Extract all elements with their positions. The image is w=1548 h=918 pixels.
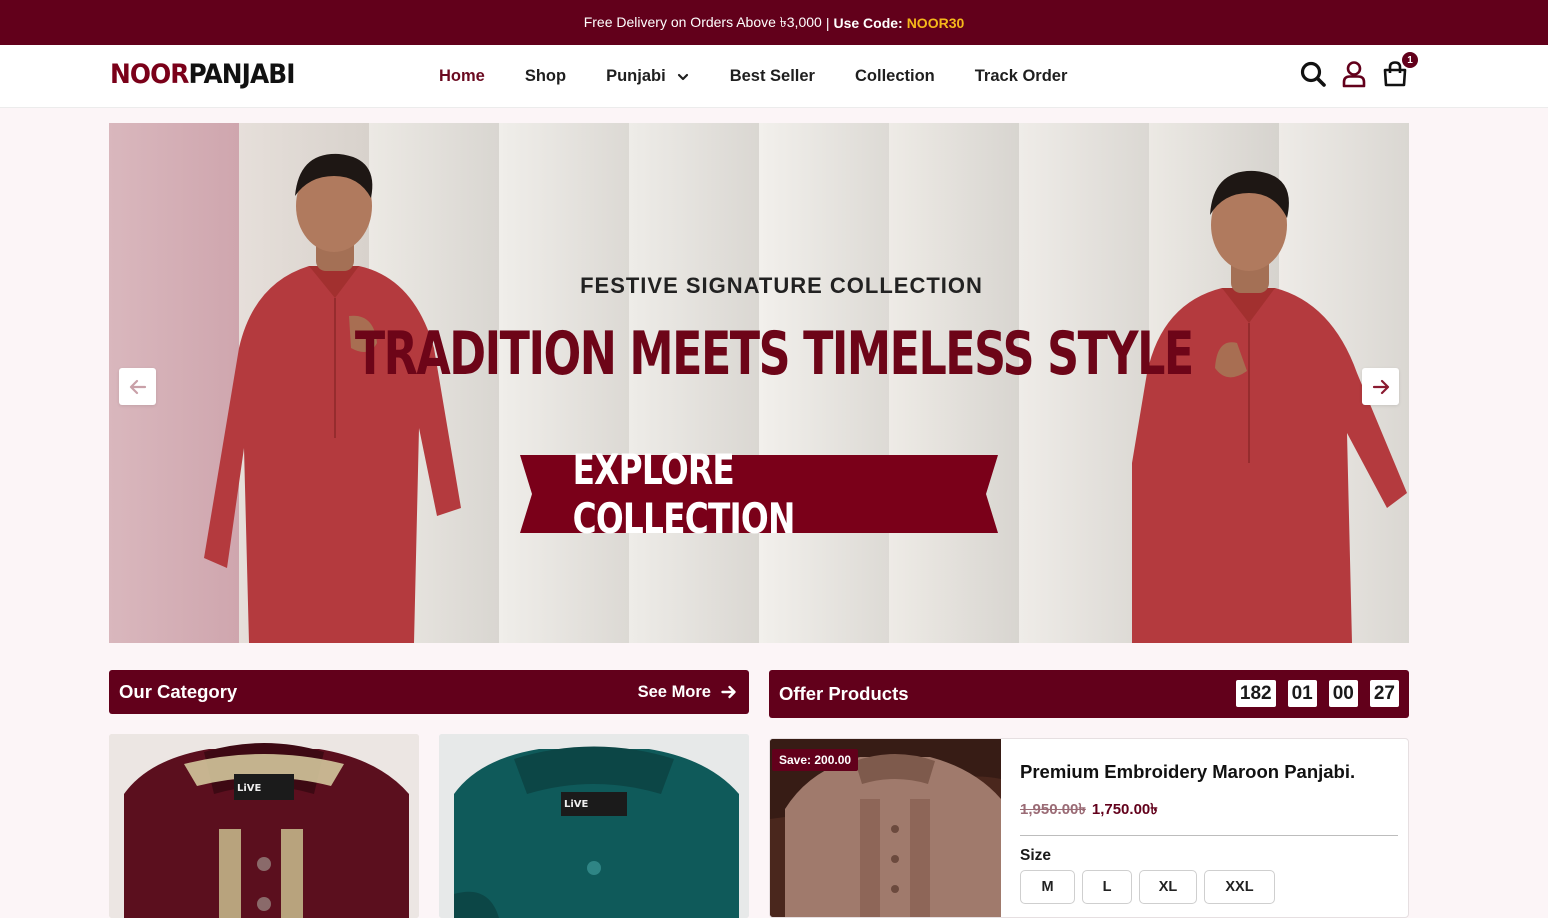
nav-track-order[interactable]: Track Order <box>975 67 1068 86</box>
old-price: 1,950.00৳ <box>1020 801 1086 818</box>
product-image: Save: 200.00 <box>770 739 1001 917</box>
category-section-header: Our Category See More <box>109 670 749 714</box>
arrow-right-icon <box>1372 379 1389 394</box>
see-more-link[interactable]: See More <box>638 670 737 714</box>
offer-title: Offer Products <box>779 683 909 704</box>
size-option-xxl[interactable]: XXL <box>1204 870 1275 904</box>
product-name[interactable]: Premium Embroidery Maroon Panjabi. <box>1020 761 1355 783</box>
announcement-text: Free Delivery on Orders Above ৳3,000 <box>583 13 822 30</box>
promo-code: NOOR30 <box>906 14 965 31</box>
label-logo: LiVE <box>564 799 589 810</box>
new-price: 1,750.00৳ <box>1091 801 1158 818</box>
explore-collection-button[interactable]: EXPLORE COLLECTION <box>520 445 998 543</box>
save-badge: Save: 200.00 <box>772 749 859 771</box>
timer-minutes: 00 <box>1328 680 1358 707</box>
category-card[interactable]: LiVE <box>109 734 419 918</box>
chevron-down-icon <box>677 73 688 80</box>
cart-count-badge: 1 <box>1402 52 1418 68</box>
category-title: Our Category <box>119 681 238 702</box>
offer-product-card[interactable]: Save: 200.00 Premium Embroidery Maroon P… <box>769 738 1409 918</box>
size-option-l[interactable]: L <box>1082 870 1132 904</box>
countdown-timer: 182 01 00 27 <box>1224 680 1399 707</box>
site-logo[interactable]: NOORPANJABI <box>110 59 296 90</box>
header-icons: 1 <box>1298 52 1421 89</box>
nav-shop[interactable]: Shop <box>525 67 566 86</box>
divider <box>1020 835 1398 836</box>
category-image: LiVE <box>109 734 419 918</box>
category-image: LiVE <box>439 734 749 918</box>
main-nav: Home Shop Punjabi Best Seller Collection… <box>439 45 1107 108</box>
size-option-xl[interactable]: XL <box>1139 870 1197 904</box>
nav-home[interactable]: Home <box>439 67 485 86</box>
size-label: Size <box>1020 847 1052 864</box>
nav-best-seller[interactable]: Best Seller <box>730 67 815 86</box>
arrow-left-icon <box>129 379 146 394</box>
offer-section-header: Offer Products 182 01 00 27 <box>769 670 1409 718</box>
user-icon[interactable] <box>1339 59 1369 89</box>
announcement-separator: | <box>825 14 830 31</box>
cart-icon[interactable]: 1 <box>1380 52 1418 89</box>
explore-collection-label: EXPLORE COLLECTION <box>572 445 796 543</box>
announcement-bar: Free Delivery on Orders Above ৳3,000 | U… <box>0 0 1548 45</box>
hero-prev-button[interactable] <box>119 368 156 405</box>
search-icon[interactable] <box>1298 59 1328 89</box>
timer-days: 182 <box>1235 680 1276 707</box>
hero-title: TRADITION MEETS TIMELESS STYLE <box>354 319 1194 389</box>
hero-copy: FESTIVE SIGNATURE COLLECTION TRADITION M… <box>109 123 1409 643</box>
hero-subtitle: FESTIVE SIGNATURE COLLECTION <box>580 273 983 298</box>
hero-next-button[interactable] <box>1362 368 1399 405</box>
size-options: M L XL XXL <box>1020 870 1282 904</box>
promo-code-label: Use Code: <box>833 14 903 31</box>
site-header: NOORPANJABI Home Shop Punjabi Best Selle… <box>0 45 1548 108</box>
label-logo: LiVE <box>237 783 262 794</box>
nav-punjabi[interactable]: Punjabi <box>606 67 690 86</box>
category-card[interactable]: LiVE <box>439 734 749 918</box>
nav-collection[interactable]: Collection <box>855 67 935 86</box>
product-price: 1,950.00৳ 1,750.00৳ <box>1020 798 1158 823</box>
hero-banner[interactable]: FESTIVE SIGNATURE COLLECTION TRADITION M… <box>109 123 1409 643</box>
timer-hours: 01 <box>1287 680 1317 707</box>
size-option-m[interactable]: M <box>1020 870 1075 904</box>
timer-seconds: 27 <box>1369 680 1399 707</box>
arrow-right-icon <box>721 685 736 699</box>
